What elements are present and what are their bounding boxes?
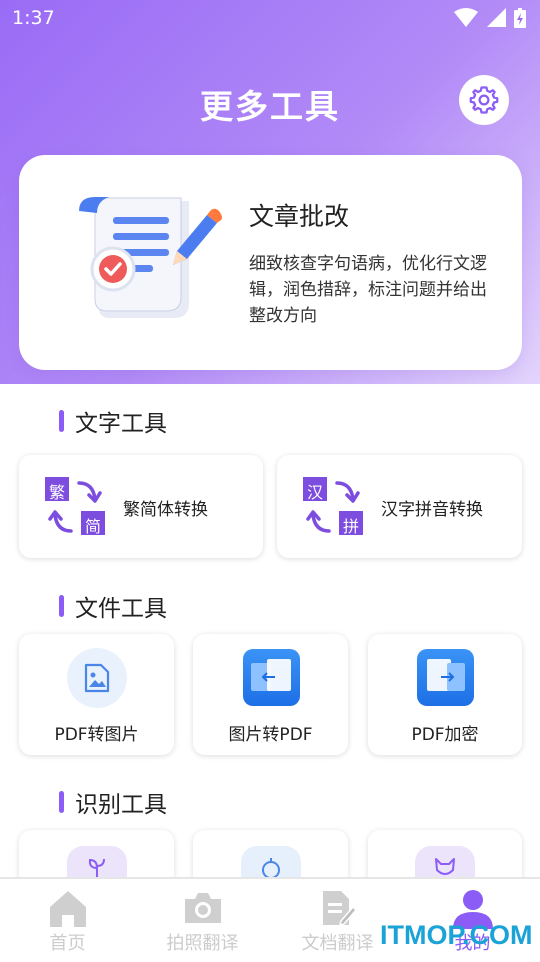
- card-label: 汉字拼音转换: [381, 500, 483, 520]
- gear-icon: [469, 86, 499, 114]
- pdf-encrypt-card[interactable]: PDF加密: [368, 634, 522, 755]
- document-check-illustration: [69, 193, 229, 332]
- signal-icon: [487, 8, 506, 27]
- section-marker: [59, 595, 64, 617]
- tab-photo-translate[interactable]: 拍照翻译: [135, 879, 270, 962]
- wifi-icon: [454, 8, 478, 27]
- section-marker: [59, 791, 64, 813]
- section-ocr-tools: 识别工具: [59, 785, 167, 819]
- icon-char-bottom: 拼: [342, 517, 359, 536]
- icon-char-bottom: 简: [84, 517, 101, 536]
- home-icon: [49, 891, 86, 927]
- section-text-tools: 文字工具: [59, 404, 167, 438]
- section-title: 识别工具: [75, 792, 167, 818]
- settings-button[interactable]: [459, 75, 509, 125]
- card-label: PDF加密: [411, 725, 479, 745]
- section-title: 文件工具: [75, 596, 167, 622]
- tab-home[interactable]: 首页: [0, 879, 135, 962]
- status-time: 1:37: [12, 7, 55, 29]
- document-edit-icon: [322, 891, 357, 927]
- pdf-image-icon: [67, 648, 127, 708]
- essay-correction-card[interactable]: 文章批改 细致核查字句语病，优化行文逻辑，润色措辞，标注问题并给出整改方向: [19, 155, 522, 370]
- tab-label: 首页: [49, 933, 86, 954]
- image-to-pdf-icon: [243, 649, 300, 706]
- icon-char-top: 繁: [48, 483, 65, 502]
- site-watermark: ITMOP.COM: [380, 920, 533, 950]
- hanzi-pinyin-convert-card[interactable]: 汉 拼 汉字拼音转换: [277, 455, 522, 558]
- card-label: PDF转图片: [54, 725, 139, 745]
- pdf-encrypt-icon: [417, 649, 474, 706]
- feature-title: 文章批改: [249, 202, 350, 231]
- card-label: 繁简体转换: [123, 500, 208, 520]
- status-bar: 1:37: [0, 0, 540, 36]
- tab-label: 拍照翻译: [166, 933, 239, 954]
- section-marker: [59, 410, 64, 432]
- section-title: 文字工具: [75, 411, 167, 437]
- camera-icon: [184, 893, 221, 923]
- image-to-pdf-card[interactable]: 图片转PDF: [193, 634, 348, 755]
- battery-icon: [514, 8, 526, 28]
- feature-description: 细致核查字句语病，优化行文逻辑，润色措辞，标注问题并给出整改方向: [249, 254, 487, 326]
- traditional-simplified-convert-card[interactable]: 繁 简 繁简体转换: [19, 455, 263, 558]
- pdf-to-image-card[interactable]: PDF转图片: [19, 634, 174, 755]
- section-file-tools: 文件工具: [59, 589, 167, 623]
- card-label: 图片转PDF: [228, 725, 313, 745]
- icon-char-top: 汉: [306, 483, 323, 502]
